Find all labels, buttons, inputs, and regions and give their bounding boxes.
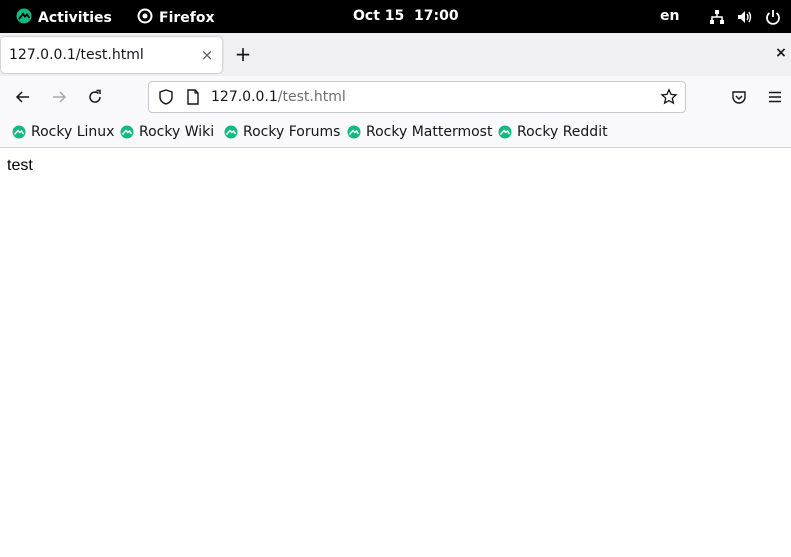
- tab-active[interactable]: 127.0.0.1/test.html ×: [1, 37, 222, 73]
- bookmark-label: Rocky Reddit: [517, 124, 608, 140]
- power-icon: [764, 8, 782, 26]
- back-button[interactable]: [12, 86, 34, 108]
- page-content: test: [0, 149, 791, 557]
- forward-button[interactable]: [48, 86, 70, 108]
- url-path: /test.html: [277, 89, 346, 105]
- rocky-logo-icon: [16, 8, 32, 28]
- reload-icon: [89, 89, 101, 103]
- url-host: 127.0.0.1: [211, 89, 278, 105]
- system-tray[interactable]: [708, 8, 782, 26]
- reload-button[interactable]: [84, 86, 106, 108]
- rocky-logo-icon: [224, 125, 238, 139]
- bookmark-label: Rocky Forums: [243, 124, 341, 140]
- system-top-bar: Activities Firefox Oct 15 17:00 en: [0, 0, 791, 33]
- rocky-logo-icon: [347, 125, 361, 139]
- bookmarks-toolbar: Rocky Linux Rocky Wiki Rocky Forums Rock…: [0, 118, 791, 148]
- rocky-logo-icon: [498, 125, 512, 139]
- page-body-text: test: [7, 157, 33, 174]
- arrow-left-icon: [15, 91, 29, 103]
- bookmark-label: Rocky Mattermost: [366, 124, 493, 140]
- firefox-icon: [137, 8, 153, 28]
- arrow-right-icon: [53, 91, 67, 103]
- network-icon: [708, 8, 726, 26]
- rocky-logo-icon: [120, 125, 134, 139]
- pocket-icon: [732, 91, 746, 104]
- bookmark-rocky-mattermost[interactable]: Rocky Mattermost: [347, 124, 492, 140]
- pocket-button[interactable]: [728, 86, 750, 108]
- bookmark-rocky-wiki[interactable]: Rocky Wiki: [120, 124, 214, 140]
- bookmark-rocky-reddit[interactable]: Rocky Reddit: [498, 124, 608, 140]
- bookmark-label: Rocky Linux: [31, 124, 115, 140]
- clock[interactable]: Oct 15 17:00: [353, 8, 459, 24]
- app-menu-button[interactable]: [764, 86, 786, 108]
- tab-close-icon[interactable]: ×: [198, 46, 216, 64]
- activities-button[interactable]: Activities: [16, 8, 112, 28]
- bookmark-rocky-forums[interactable]: Rocky Forums: [224, 124, 340, 140]
- activities-label: Activities: [38, 10, 112, 26]
- navigation-toolbar: 127.0.0.1/test.html: [0, 76, 791, 118]
- app-menu-firefox[interactable]: Firefox: [137, 8, 215, 28]
- hamburger-menu-icon: [769, 91, 781, 103]
- rocky-logo-icon: [12, 125, 26, 139]
- tab-strip: 127.0.0.1/test.html × + ×: [0, 33, 791, 76]
- volume-icon: [736, 8, 754, 26]
- page-info-icon[interactable]: [184, 88, 202, 110]
- bookmark-star-icon[interactable]: [660, 88, 678, 110]
- new-tab-button[interactable]: +: [233, 44, 253, 64]
- tracking-protection-shield-icon[interactable]: [157, 88, 175, 110]
- bookmark-rocky-linux[interactable]: Rocky Linux: [12, 124, 114, 140]
- bookmark-label: Rocky Wiki: [139, 124, 215, 140]
- address-bar[interactable]: 127.0.0.1/test.html: [148, 81, 686, 113]
- url-text[interactable]: 127.0.0.1/test.html: [211, 89, 346, 105]
- app-name-label: Firefox: [159, 10, 215, 26]
- window-close-button[interactable]: ×: [773, 45, 789, 61]
- tab-title: 127.0.0.1/test.html: [9, 47, 144, 63]
- input-language-indicator[interactable]: en: [660, 8, 679, 24]
